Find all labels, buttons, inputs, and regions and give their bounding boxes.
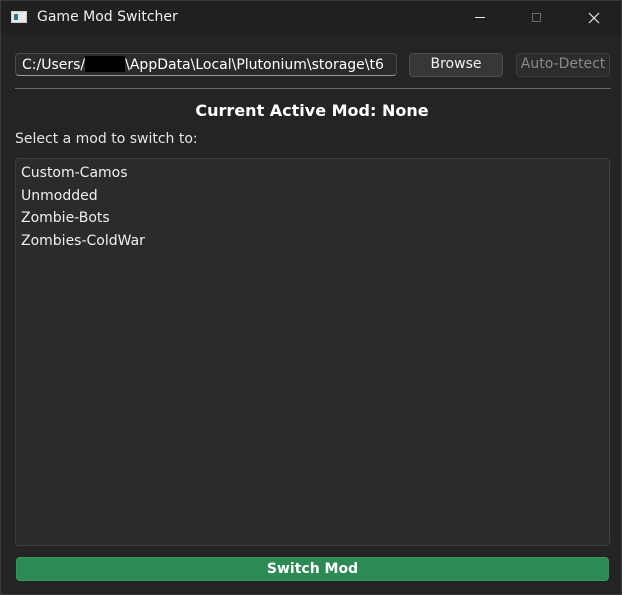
active-mod-label: Current Active Mod: None bbox=[195, 101, 429, 120]
maximize-button[interactable] bbox=[513, 1, 559, 34]
window-title: Game Mod Switcher bbox=[37, 9, 178, 25]
list-item[interactable]: Custom-Camos bbox=[21, 162, 609, 185]
list-item[interactable]: Unmodded bbox=[21, 185, 609, 208]
title-bar[interactable]: Game Mod Switcher bbox=[1, 1, 621, 34]
path-prefix: C:/Users/ bbox=[22, 57, 86, 73]
close-button[interactable] bbox=[571, 1, 617, 34]
minimize-icon bbox=[475, 17, 485, 18]
list-item[interactable]: Zombies-ColdWar bbox=[21, 230, 609, 253]
auto-detect-button[interactable]: Auto-Detect bbox=[516, 53, 610, 77]
maximize-icon bbox=[531, 13, 541, 22]
switch-mod-button[interactable]: Switch Mod bbox=[16, 557, 609, 581]
minimize-button[interactable] bbox=[457, 1, 503, 34]
app-window: Game Mod Switcher C:/Users/ \AppData\Loca… bbox=[0, 0, 622, 595]
path-suffix: \AppData\Local\Plutonium\storage\t6 bbox=[125, 57, 384, 73]
path-input[interactable]: C:/Users/ \AppData\Local\Plutonium\storag… bbox=[15, 53, 397, 76]
list-item[interactable]: Zombie-Bots bbox=[21, 207, 609, 230]
redacted-username bbox=[85, 56, 126, 72]
app-icon bbox=[11, 11, 27, 23]
divider bbox=[15, 88, 611, 89]
main-content: C:/Users/ \AppData\Local\Plutonium\storag… bbox=[1, 34, 621, 594]
mod-list[interactable]: Custom-Camos Unmodded Zombie-Bots Zombie… bbox=[15, 158, 610, 546]
select-mod-prompt: Select a mod to switch to: bbox=[15, 131, 198, 147]
close-icon bbox=[588, 12, 600, 23]
browse-button[interactable]: Browse bbox=[409, 53, 503, 77]
